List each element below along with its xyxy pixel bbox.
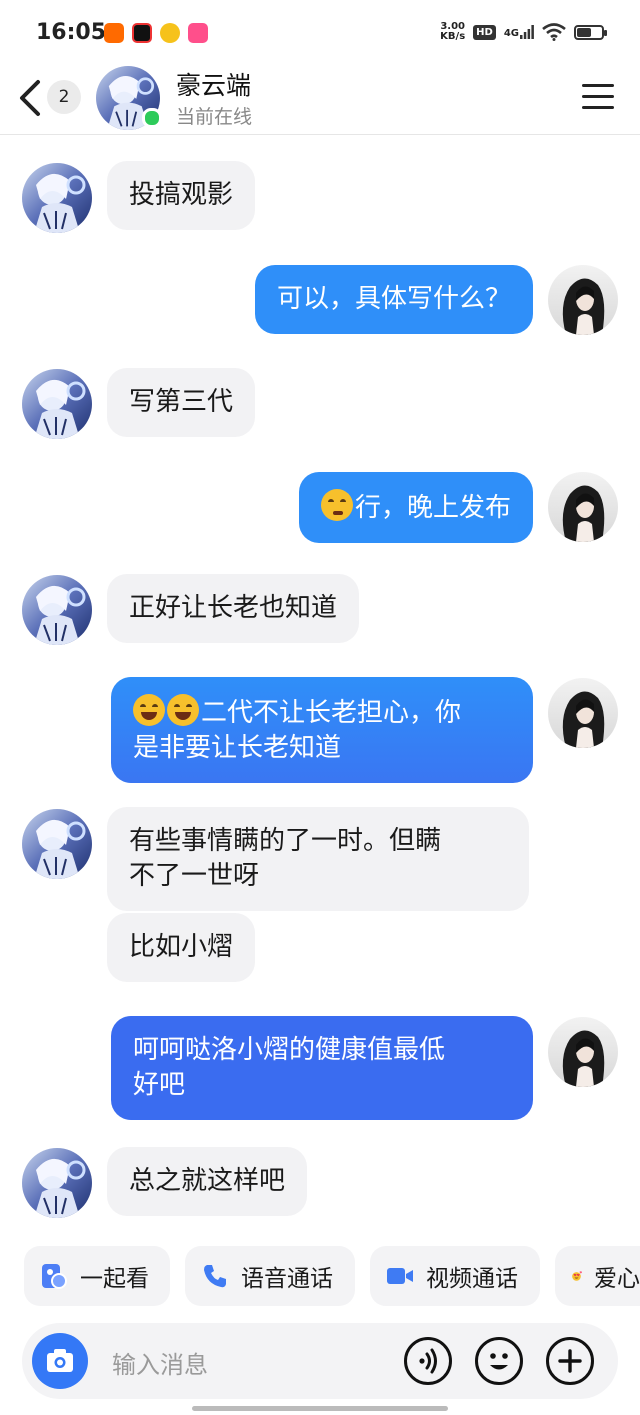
emoji-button[interactable] [475, 1337, 523, 1385]
video-camera-icon [387, 1268, 413, 1284]
laughing-face-icon [133, 694, 165, 726]
weibo-icon [160, 23, 180, 43]
network-speed: 3.00 KB/s [440, 22, 465, 42]
my-avatar[interactable] [548, 1017, 618, 1087]
message-bubble-received[interactable]: 写第三代 [107, 368, 256, 437]
wifi-icon [542, 23, 566, 41]
message-text: 有些事情瞒的了一时。但瞒 [129, 826, 442, 856]
message-bubble-sent[interactable]: 行，晚上发布 [298, 472, 533, 543]
message-bubble-received[interactable]: 有些事情瞒的了一时。但瞒 不了一世呀 [107, 807, 529, 911]
laughing-face-icon [167, 694, 199, 726]
love-label: 爱心 [594, 1266, 640, 1292]
my-avatar[interactable] [548, 678, 618, 748]
voice-message-button[interactable] [404, 1337, 452, 1385]
menu-icon[interactable] [582, 84, 614, 109]
net-speed-unit: KB/s [440, 31, 466, 42]
network-type: 4G [503, 28, 519, 39]
watch-together-label: 一起看 [80, 1266, 149, 1292]
thinking-face-icon [320, 489, 353, 521]
watch-together-icon [42, 1264, 67, 1289]
voice-wave-icon [419, 1348, 437, 1374]
watch-together-button[interactable]: 一起看 [24, 1246, 170, 1306]
message-text: 好吧 [133, 1070, 186, 1100]
message-text: 呵呵哒洛小熠的健康值最低 [133, 1035, 446, 1065]
message-text: 行，晚上发布 [354, 493, 511, 523]
app-red-video-icon [132, 23, 152, 43]
my-avatar[interactable] [548, 265, 618, 335]
contact-status: 当前在线 [176, 106, 253, 128]
chat-header: 2 豪云端 当前在线 [0, 60, 640, 135]
status-time: 16:05 [36, 20, 107, 45]
home-indicator[interactable] [192, 1406, 448, 1411]
message-bubble-received[interactable]: 总之就这样吧 [107, 1147, 308, 1216]
message-text: 二代不让长老担心，你 [201, 698, 462, 728]
notification-icons [104, 23, 208, 43]
hd-icon: HD [473, 24, 496, 40]
heart-eyes-emoji-icon [572, 1271, 582, 1281]
phone-icon [204, 1265, 226, 1288]
message-bubble-received[interactable]: 投搞观影 [107, 161, 256, 230]
message-bubble-received[interactable]: 比如小熠 [107, 913, 256, 982]
battery-icon [574, 24, 607, 40]
message-bubble-sent[interactable]: 呵呵哒洛小熠的健康值最低 好吧 [111, 1016, 533, 1120]
contact-name: 豪云端 [176, 71, 252, 100]
video-call-button[interactable]: 视频通话 [370, 1246, 540, 1306]
voice-call-button[interactable]: 语音通话 [185, 1246, 355, 1306]
unread-count-badge[interactable]: 2 [47, 80, 81, 114]
contact-avatar[interactable] [22, 575, 92, 645]
video-call-label: 视频通话 [426, 1266, 518, 1292]
contact-avatar[interactable] [22, 809, 92, 879]
smiley-icon [490, 1353, 508, 1370]
quick-actions-bar: 一起看 语音通话 视频通话 爱心 [24, 1246, 640, 1306]
message-bubble-sent[interactable]: 二代不让长老担心，你 是非要让长老知道 [111, 677, 533, 783]
love-button[interactable]: 爱心 [555, 1246, 640, 1306]
contact-avatar[interactable] [22, 1148, 92, 1218]
message-input[interactable]: 输入消息 [112, 1345, 208, 1380]
contact-avatar[interactable] [22, 369, 92, 439]
status-bar: 16:05 3.00 KB/s HD 4G [0, 0, 640, 60]
my-avatar[interactable] [548, 472, 618, 542]
add-more-button[interactable] [546, 1337, 594, 1385]
message-text: 是非要让长老知道 [133, 733, 342, 763]
back-arrow-icon[interactable] [16, 78, 44, 118]
plus-icon [558, 1349, 582, 1373]
message-bubble-received[interactable]: 正好让长老也知道 [107, 574, 360, 643]
message-input-bar: 输入消息 [22, 1323, 618, 1399]
camera-icon [47, 1349, 73, 1372]
app-pink-icon [188, 23, 208, 43]
online-indicator [142, 108, 162, 128]
message-bubble-sent[interactable]: 可以，具体写什么？ [254, 265, 533, 334]
app-orange-icon [104, 23, 124, 43]
contact-avatar[interactable] [22, 163, 92, 233]
voice-call-label: 语音通话 [241, 1266, 333, 1292]
camera-button[interactable] [32, 1333, 88, 1389]
signal-icon: 4G [504, 25, 534, 39]
message-text: 不了一世呀 [129, 861, 260, 891]
